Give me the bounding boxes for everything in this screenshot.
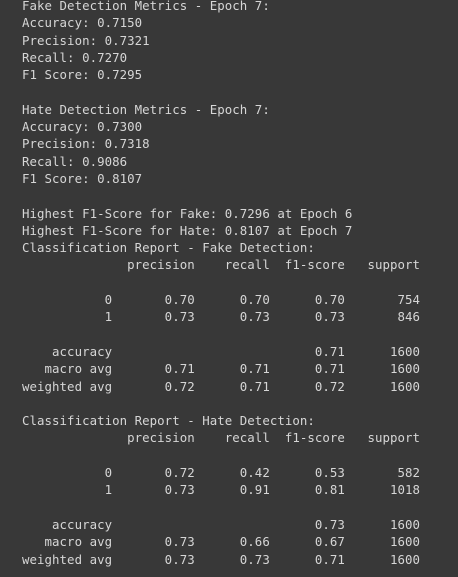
fake-report-title: Classification Report - Fake Detection: — [22, 240, 315, 256]
hate-report-title: Classification Report - Hate Detection: — [22, 413, 315, 429]
console-output: Fake Detection Metrics - Epoch 7: Accurac… — [22, 0, 420, 568]
hate-f1-line: F1 Score: 0.8107 — [22, 170, 143, 186]
fake-report-row-1: 1 0.73 0.73 0.73 846 — [22, 309, 421, 325]
hate-metrics-header: Hate Detection Metrics - Epoch 7: — [22, 101, 270, 117]
hate-report-weighted-avg-row: weighted avg 0.73 0.73 0.71 1600 — [22, 551, 421, 567]
fake-report-macro-avg-row: macro avg 0.71 0.71 0.71 1600 — [22, 361, 421, 377]
fake-report-accuracy-row: accuracy 0.71 1600 — [22, 343, 421, 359]
hate-accuracy-line: Accuracy: 0.7300 — [22, 119, 143, 135]
fake-report-header-row: precision recall f1-score support — [22, 257, 421, 273]
hate-report-header-row: precision recall f1-score support — [22, 430, 421, 446]
fake-report-weighted-avg-row: weighted avg 0.72 0.71 0.72 1600 — [22, 378, 421, 394]
fake-f1-line: F1 Score: 0.7295 — [22, 67, 143, 83]
best-hate-f1-line: Highest F1-Score for Hate: 0.8107 at Epo… — [22, 222, 353, 238]
hate-report-macro-avg-row: macro avg 0.73 0.66 0.67 1600 — [22, 534, 421, 550]
fake-precision-line: Precision: 0.7321 — [22, 32, 150, 48]
fake-accuracy-line: Accuracy: 0.7150 — [22, 15, 143, 31]
best-fake-f1-line: Highest F1-Score for Fake: 0.7296 at Epo… — [22, 205, 353, 221]
hate-precision-line: Precision: 0.7318 — [22, 136, 150, 152]
hate-recall-line: Recall: 0.9086 — [22, 153, 128, 169]
hate-report-row-1: 1 0.73 0.91 0.81 1018 — [22, 482, 421, 498]
hate-report-accuracy-row: accuracy 0.73 1600 — [22, 516, 421, 532]
fake-metrics-header: Fake Detection Metrics - Epoch 7: — [22, 0, 270, 13]
fake-recall-line: Recall: 0.7270 — [22, 49, 128, 65]
fake-report-row-0: 0 0.70 0.70 0.70 754 — [22, 292, 421, 308]
hate-report-row-0: 0 0.72 0.42 0.53 582 — [22, 465, 421, 481]
